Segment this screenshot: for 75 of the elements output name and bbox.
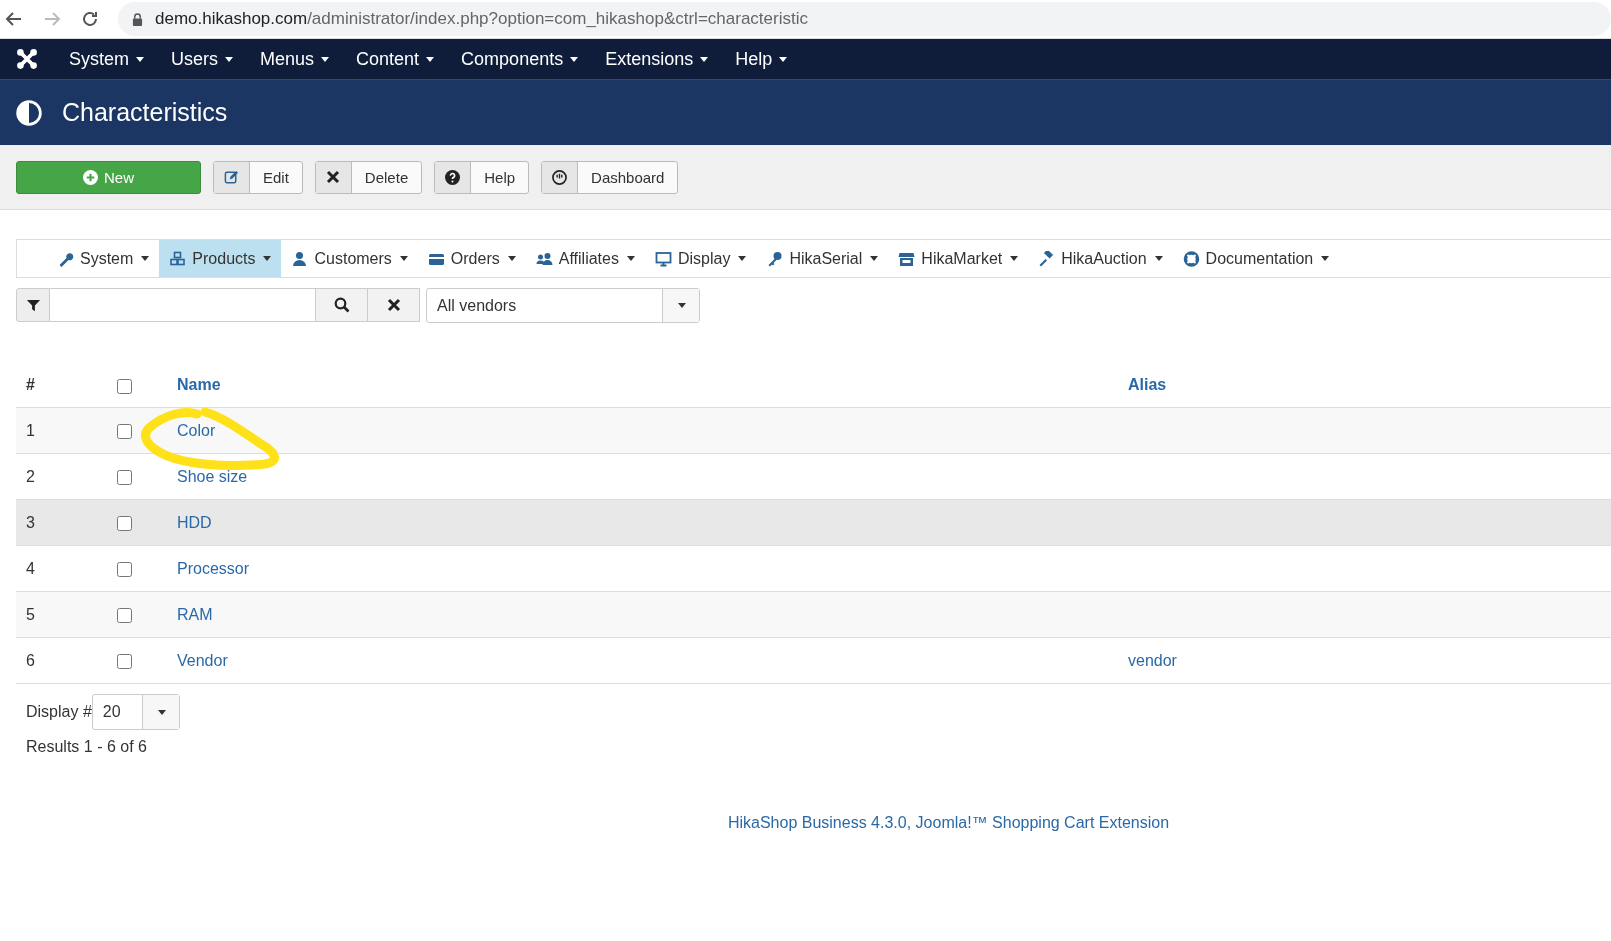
row-number: 4 xyxy=(26,559,35,577)
help-icon xyxy=(445,169,461,185)
row-checkbox[interactable] xyxy=(117,608,132,623)
url-text: demo.hikashop.com/administrator/index.php?option=com_hikashop&ctrl=characteristic xyxy=(155,9,808,29)
user-icon xyxy=(291,250,309,267)
results-count: Results 1 - 6 of 6 xyxy=(25,738,148,756)
submenu-tab[interactable]: System xyxy=(47,240,160,277)
lifebuoy-icon xyxy=(1182,250,1200,267)
reload-icon[interactable] xyxy=(80,9,100,29)
submenu-tab[interactable]: Affiliates xyxy=(525,240,645,277)
users-icon xyxy=(535,250,553,267)
item-link[interactable]: Color xyxy=(177,421,216,439)
slug-link[interactable]: vendor xyxy=(1128,651,1177,669)
edit-icon xyxy=(224,169,239,185)
store-icon xyxy=(898,250,916,267)
column-header: # xyxy=(16,363,116,408)
item-link[interactable]: Vendor xyxy=(177,651,228,669)
row-number: 2 xyxy=(26,467,35,485)
filter-icon xyxy=(16,288,50,322)
page-title: Characteristics xyxy=(62,98,228,127)
vendor-select[interactable]: All vendors xyxy=(426,288,700,323)
row-checkbox[interactable] xyxy=(117,654,132,669)
top-menu-item[interactable]: Components xyxy=(461,48,579,70)
top-menu-item[interactable]: Help xyxy=(735,48,788,70)
close-icon xyxy=(385,297,402,313)
clear-button[interactable] xyxy=(368,288,420,322)
top-menu-item[interactable]: Extensions xyxy=(605,48,709,70)
submenu-tab[interactable]: Customers xyxy=(281,240,418,277)
submenu-tab[interactable]: Documentation xyxy=(1172,240,1340,277)
help-button[interactable]: Help xyxy=(434,160,530,194)
row-checkbox[interactable] xyxy=(117,516,132,531)
column-sort-link[interactable]: Alias xyxy=(1128,376,1167,393)
column-sort-link[interactable]: Name xyxy=(177,376,221,393)
submenu-tab[interactable]: HikaMarket xyxy=(888,240,1029,277)
row-checkbox[interactable] xyxy=(117,562,132,577)
row-number: 5 xyxy=(26,605,35,623)
gauge-icon xyxy=(552,169,568,185)
contrast-icon xyxy=(16,99,42,126)
search-button[interactable] xyxy=(316,288,368,322)
item-link[interactable]: Processor xyxy=(177,559,250,577)
top-menu-item[interactable]: System xyxy=(69,48,144,70)
key-icon xyxy=(766,250,784,267)
submenu-tab[interactable]: Display xyxy=(644,240,757,277)
row-checkbox[interactable] xyxy=(117,470,132,485)
submenu-tab[interactable]: Orders xyxy=(417,240,526,277)
close-icon xyxy=(325,169,342,185)
row-number: 1 xyxy=(26,421,35,439)
row-number: 3 xyxy=(26,513,35,531)
edit-button[interactable]: Edit xyxy=(213,160,303,194)
top-menu-item[interactable]: Content xyxy=(356,48,435,70)
search-icon xyxy=(333,297,350,313)
logo-icon[interactable] xyxy=(16,48,38,70)
lock-icon xyxy=(132,12,143,26)
row-checkbox[interactable] xyxy=(117,424,132,439)
select-all-checkbox[interactable] xyxy=(117,378,132,394)
delete-button[interactable]: Delete xyxy=(314,160,423,194)
cubes-icon xyxy=(169,250,187,267)
item-link[interactable]: RAM xyxy=(177,605,213,623)
item-link[interactable]: Shoe size xyxy=(177,467,248,485)
submenu-tab[interactable]: HikaSerial xyxy=(756,240,889,277)
footer-link[interactable]: HikaShop Business 4.3.0, Joomla!™ Shopping Cart Extension xyxy=(727,814,1170,831)
search-field[interactable] xyxy=(50,288,316,322)
gavel-icon xyxy=(1038,250,1056,267)
submenu-tab[interactable]: Products xyxy=(159,240,282,277)
monitor-icon xyxy=(654,250,672,267)
item-link[interactable]: HDD xyxy=(177,513,212,531)
row-number: 6 xyxy=(26,651,35,669)
display-count-select[interactable]: 20 xyxy=(91,694,180,730)
dashboard-button[interactable]: Dashboard xyxy=(541,160,679,194)
top-menu-item[interactable]: Menus xyxy=(260,48,330,70)
address-bar[interactable]: demo.hikashop.com/administrator/index.php?option=com_hikashop&ctrl=characteristic xyxy=(118,2,1611,36)
display-label: Display # xyxy=(26,703,92,721)
top-menu-item[interactable]: Users xyxy=(171,48,234,70)
submenu-tab[interactable]: HikaAuction xyxy=(1028,240,1173,277)
plus-circle-icon xyxy=(83,169,98,185)
